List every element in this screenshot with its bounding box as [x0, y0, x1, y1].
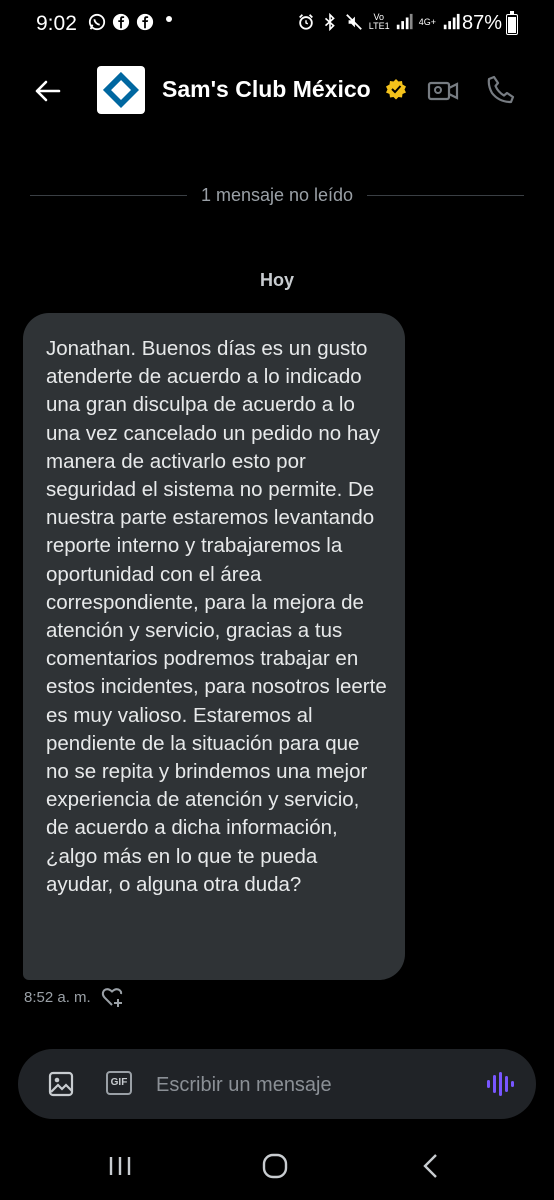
notification-icons	[88, 13, 154, 31]
message-bubble[interactable]: Jonathan. Buenos días es un gusto atende…	[23, 313, 405, 980]
arrow-left-icon[interactable]	[32, 76, 62, 106]
volte-label: Vo LTE1	[368, 12, 390, 31]
whatsapp-icon	[88, 13, 106, 31]
verified-badge-icon	[386, 79, 406, 100]
bluetooth-icon	[324, 13, 335, 31]
day-label: Hoy	[259, 270, 294, 290]
unread-divider: 1 mensaje no leído	[30, 180, 525, 210]
message-input[interactable]	[154, 1049, 458, 1121]
divider-line	[367, 194, 525, 196]
divider-line	[30, 194, 187, 196]
battery-icon	[506, 11, 518, 35]
video-call-icon[interactable]	[427, 76, 459, 106]
alarm-icon	[298, 14, 313, 30]
signal-icon	[443, 13, 460, 30]
image-icon[interactable]	[48, 1071, 74, 1097]
network-type: 4G+	[418, 16, 436, 27]
status-bar: 9:02 Vo LTE1 4G+ 87%	[0, 0, 554, 52]
message-composer: GIF	[18, 1049, 536, 1121]
message-meta: 8:52 a. m.	[24, 986, 125, 1008]
recent-apps-icon[interactable]	[108, 1155, 132, 1177]
chat-title[interactable]: Sam's Club México	[162, 76, 371, 103]
status-time: 9:02	[36, 12, 77, 35]
voice-wave-icon[interactable]	[486, 1071, 514, 1097]
system-icons: Vo LTE1 4G+	[297, 13, 460, 31]
notification-dot	[166, 16, 172, 22]
chat-header: Sam's Club México	[0, 56, 554, 126]
home-icon[interactable]	[262, 1153, 288, 1179]
phone-icon[interactable]	[485, 74, 517, 106]
sams-club-logo-icon	[103, 72, 139, 108]
mute-icon	[345, 14, 362, 30]
gif-icon[interactable]: GIF	[106, 1071, 132, 1095]
facebook-icon	[112, 13, 130, 31]
avatar[interactable]	[97, 66, 145, 114]
system-nav-bar	[0, 1140, 554, 1200]
message-time: 8:52 a. m.	[24, 988, 91, 1006]
signal-icon	[396, 13, 413, 30]
heart-plus-icon[interactable]	[101, 986, 125, 1008]
facebook-icon	[136, 13, 154, 31]
unread-label: 1 mensaje no leído	[200, 184, 354, 205]
battery-percent: 87%	[461, 12, 502, 34]
chevron-left-icon[interactable]	[420, 1153, 442, 1179]
